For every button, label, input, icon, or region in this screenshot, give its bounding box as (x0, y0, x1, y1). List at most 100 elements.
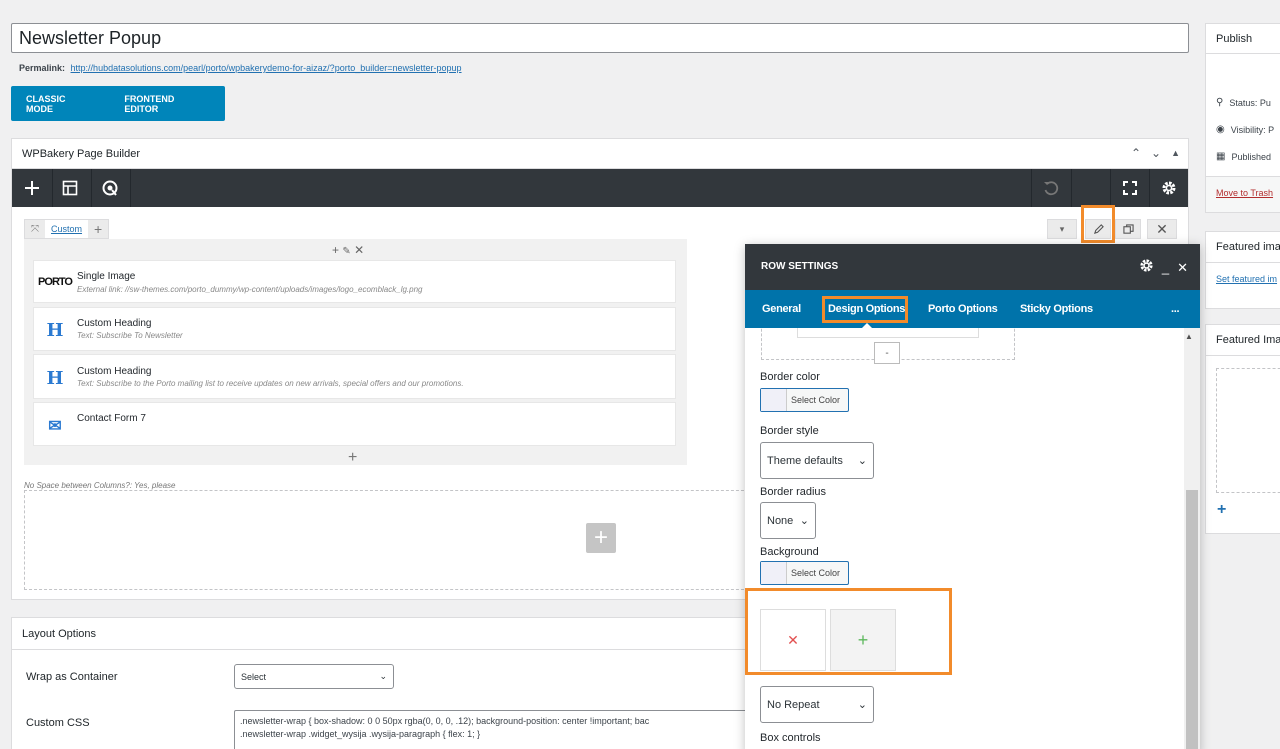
visibility-text: Visibility: P (1230, 124, 1275, 135)
tab-general[interactable]: General (762, 290, 801, 328)
wrap-container-value: Select (241, 671, 267, 682)
edit-column-pencil-icon[interactable]: ✎ (342, 246, 350, 257)
color-swatch (761, 389, 787, 411)
eye-icon: ◉ (1216, 124, 1225, 135)
element-card-contact-form[interactable]: ✉ Contact Form 7 (33, 402, 676, 446)
publish-title: Publish (1216, 33, 1253, 45)
minimize-icon[interactable]: _ (1162, 260, 1169, 275)
no-space-note: No Space between Columns?: Yes, please (24, 481, 176, 490)
ai-assistant-icon[interactable] (90, 169, 130, 207)
post-title-input[interactable]: Newsletter Popup (11, 23, 1189, 53)
settings-gear-icon[interactable] (1149, 169, 1189, 207)
delete-column-close-icon[interactable]: ✕ (354, 243, 364, 257)
border-style-label: Border style (760, 425, 819, 437)
row-controls: ⤧ Custom + (24, 219, 110, 239)
featured-image-title: Featured ima (1216, 241, 1280, 253)
box-controls-label: Box controls (760, 732, 821, 744)
tab-porto-options[interactable]: Porto Options (928, 290, 998, 328)
toolbar-divider (1071, 169, 1072, 207)
chevron-down-icon: ⌄ (799, 515, 809, 527)
permalink-link[interactable]: http://hubdatasolutions.com/pearl/porto/… (71, 63, 462, 73)
css-line: .newsletter-wrap .widget_wysija .wysija-… (240, 729, 481, 739)
wpbakery-header: WPBakery Page Builder ⌃ ⌄ ▲ (12, 139, 1188, 169)
element-card-single-image[interactable]: PORTO Single Image External link: //sw-t… (33, 260, 676, 303)
row-move-icon[interactable]: ⤧ (25, 220, 45, 238)
classic-mode-button[interactable]: CLASSIC MODE (11, 86, 109, 121)
move-up-icon[interactable]: ⌃ (1131, 146, 1141, 160)
modal-gear-icon[interactable] (1139, 258, 1154, 277)
permalink: Permalink: http://hubdatasolutions.com/p… (19, 63, 462, 73)
more-tabs-icon[interactable]: ... (1171, 290, 1180, 328)
chevron-down-icon: ⌄ (857, 699, 867, 711)
tab-design-options[interactable]: Design Options (828, 290, 905, 328)
column-controls: + ✎ ✕ (332, 243, 364, 257)
element-card-custom-heading[interactable]: H Custom Heading Text: Subscribe To News… (33, 307, 676, 351)
undo-icon[interactable] (1031, 169, 1071, 207)
wpbakery-title: WPBakery Page Builder (22, 148, 140, 160)
porto-logo-icon: PORTO (38, 276, 73, 288)
edit-row-pencil-icon[interactable] (1085, 219, 1111, 239)
box-model-inner (797, 328, 979, 338)
featured-image-dropzone[interactable] (1216, 368, 1280, 493)
add-element-bottom-plus-icon[interactable]: + (348, 449, 357, 467)
move-down-icon[interactable]: ⌄ (1151, 146, 1161, 160)
tab-sticky-options[interactable]: Sticky Options (1020, 290, 1093, 328)
add-row-plus-icon[interactable]: + (586, 523, 616, 553)
published-row: ▦ Published (1216, 151, 1271, 162)
remove-image-icon[interactable]: ✕ (760, 609, 826, 671)
background-label: Background (760, 546, 819, 558)
pin-icon: ⚲ (1216, 97, 1224, 108)
wrap-container-label: Wrap as Container (26, 671, 118, 683)
add-featured-plus-icon[interactable]: + (1217, 501, 1226, 519)
status-row: ⚲ Status: Pu (1216, 97, 1271, 108)
minus-button[interactable]: - (874, 342, 900, 364)
collapse-icon[interactable]: ▲ (1171, 146, 1180, 160)
published-text: Published (1231, 151, 1271, 162)
css-line: .newsletter-wrap { box-shadow: 0 0 50px … (240, 716, 650, 726)
set-featured-image-link[interactable]: Set featured im (1216, 274, 1277, 284)
delete-row-close-icon[interactable]: ✕ (1147, 219, 1177, 239)
panel-controls: ⌃ ⌄ ▲ (1131, 146, 1180, 160)
element-card-custom-heading[interactable]: H Custom Heading Text: Subscribe to the … (33, 354, 676, 399)
close-icon[interactable]: ✕ (1177, 260, 1188, 276)
add-element-plus-icon[interactable]: + (332, 243, 339, 257)
templates-icon[interactable] (50, 169, 90, 207)
scroll-up-icon[interactable]: ▲ (1185, 332, 1193, 341)
featured-divider (1206, 355, 1280, 356)
move-to-trash-link[interactable]: Move to Trash (1216, 188, 1273, 198)
wrap-container-select[interactable]: Select ⌄ (234, 664, 394, 689)
color-swatch (761, 562, 787, 584)
add-column-icon[interactable]: + (88, 220, 108, 238)
add-image-plus-icon[interactable]: + (830, 609, 896, 671)
row-action-buttons: ▾ (1047, 219, 1077, 239)
custom-css-textarea[interactable]: .newsletter-wrap { box-shadow: 0 0 50px … (234, 710, 754, 749)
element-name: Custom Heading (77, 318, 152, 329)
element-name: Contact Form 7 (77, 413, 146, 424)
modal-scroll-thumb[interactable] (1186, 490, 1198, 749)
chevron-down-icon: ⌄ (857, 455, 867, 467)
background-repeat-select[interactable]: No Repeat ⌄ (760, 686, 874, 723)
modal-body: - Border color Select Color Border style… (745, 328, 1200, 749)
border-style-select[interactable]: Theme defaults ⌄ (760, 442, 874, 479)
element-name: Single Image (77, 271, 136, 282)
row-tab-custom[interactable]: Custom (45, 220, 89, 238)
builder-toolbar (12, 169, 1188, 207)
heading-icon: H (46, 319, 64, 341)
layout-options-divider (12, 649, 757, 650)
custom-css-label: Custom CSS (26, 717, 90, 729)
border-radius-select[interactable]: None ⌄ (760, 502, 816, 539)
featured-image-box: Featured ima Set featured im (1205, 231, 1280, 309)
border-color-picker[interactable]: Select Color (760, 388, 849, 412)
modal-tabs: General Design Options Porto Options Sti… (745, 290, 1200, 328)
add-element-icon[interactable] (12, 169, 52, 207)
layout-options-title: Layout Options (22, 628, 96, 640)
row-toggle-button[interactable]: ▾ (1047, 219, 1077, 239)
clone-row-icon[interactable] (1115, 219, 1141, 239)
frontend-editor-button[interactable]: FRONTEND EDITOR (109, 86, 225, 121)
heading-icon: H (46, 367, 64, 389)
featured-image-box-2: Featured Ima + (1205, 324, 1280, 534)
fullscreen-icon[interactable] (1110, 169, 1150, 207)
background-color-picker[interactable]: Select Color (760, 561, 849, 585)
status-text: Status: Pu (1229, 97, 1271, 108)
calendar-icon: ▦ (1216, 151, 1226, 162)
